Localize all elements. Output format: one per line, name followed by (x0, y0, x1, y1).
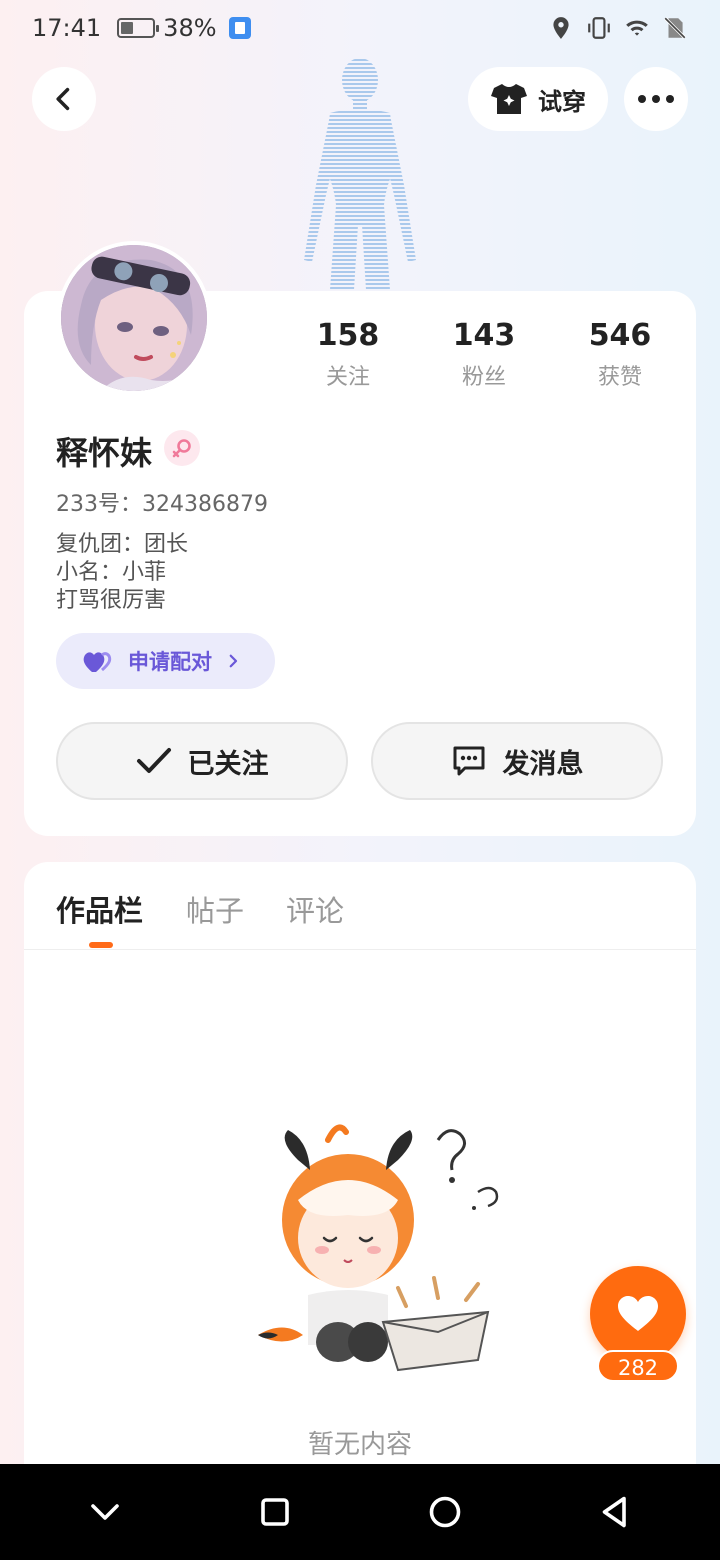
stat-following[interactable]: 158 关注 (298, 318, 398, 391)
tab-active-indicator (89, 942, 113, 948)
profile-avatar[interactable] (57, 241, 211, 395)
chevron-left-icon (56, 87, 70, 111)
try-on-button[interactable]: 试穿 (468, 67, 608, 131)
bio-line: 打骂很厉害 (56, 588, 167, 613)
more-button[interactable] (624, 67, 688, 131)
tab-posts[interactable]: 帖子 (186, 888, 244, 930)
like-count-badge: 282 (597, 1350, 679, 1382)
profile-bio: 复仇团：团长 小名：小菲 打骂很厉害 (56, 531, 188, 615)
stat-likes[interactable]: 546 获赞 (570, 318, 670, 391)
tshirt-icon (491, 84, 527, 114)
more-dots-icon (638, 95, 674, 103)
profile-name: 释怀妹 (56, 434, 153, 472)
stat-following-count: 158 (316, 318, 380, 353)
stat-likes-count: 546 (588, 318, 652, 353)
request-pair-button[interactable]: 申请配对 (56, 633, 275, 689)
try-on-label: 试穿 (538, 87, 586, 116)
chevron-right-icon (229, 654, 238, 668)
status-time: 17:41 (32, 14, 102, 42)
no-sim-icon (664, 17, 686, 39)
content-card: 作品栏 帖子 评论 暂无内容 (24, 862, 696, 1502)
battery-percent: 38% (163, 14, 217, 42)
content-tabs: 作品栏 帖子 评论 (24, 862, 696, 950)
check-icon (136, 748, 171, 773)
vibrate-icon (588, 17, 610, 39)
double-heart-icon (83, 652, 112, 672)
stat-followers-label: 粉丝 (461, 365, 506, 390)
followed-label: 已关注 (187, 748, 269, 780)
nav-recents-icon[interactable] (257, 1494, 293, 1530)
nav-home-icon[interactable] (427, 1494, 463, 1530)
status-left: 17:41 38% (32, 14, 251, 42)
chat-bubble-icon (453, 746, 484, 776)
nav-back-icon[interactable] (597, 1494, 633, 1530)
nav-collapse-icon[interactable] (87, 1494, 123, 1530)
empty-state-illustration (258, 1124, 499, 1372)
stat-followers-count: 143 (452, 318, 516, 353)
followed-button[interactable]: 已关注 (56, 722, 348, 800)
heart-icon (618, 1296, 658, 1331)
system-nav-bar (0, 1464, 720, 1560)
stat-following-label: 关注 (325, 365, 370, 390)
status-right (548, 15, 688, 41)
back-button[interactable] (32, 67, 96, 131)
wifi-icon (626, 20, 648, 36)
app-badge-icon (228, 17, 251, 39)
status-bar: 17:41 38% (0, 0, 720, 56)
location-icon (553, 17, 569, 39)
request-pair-label: 申请配对 (128, 650, 212, 674)
bio-line: 小名：小菲 (56, 560, 167, 585)
avatar-hologram-figure[interactable] (290, 55, 430, 290)
stat-likes-label: 获赞 (597, 365, 642, 390)
bio-line: 复仇团：团长 (56, 532, 189, 557)
tab-comments[interactable]: 评论 (286, 888, 344, 930)
female-gender-icon (164, 430, 200, 466)
stat-followers[interactable]: 143 粉丝 (434, 318, 534, 391)
avatar-image (61, 245, 207, 391)
tab-works[interactable]: 作品栏 (56, 888, 143, 930)
send-message-button[interactable]: 发消息 (371, 722, 663, 800)
profile-id: 233号：324386879 (56, 492, 268, 517)
empty-state-text: 暂无内容 (307, 1430, 412, 1460)
battery-icon (117, 18, 160, 38)
send-message-label: 发消息 (502, 748, 584, 780)
like-button[interactable] (590, 1266, 686, 1362)
